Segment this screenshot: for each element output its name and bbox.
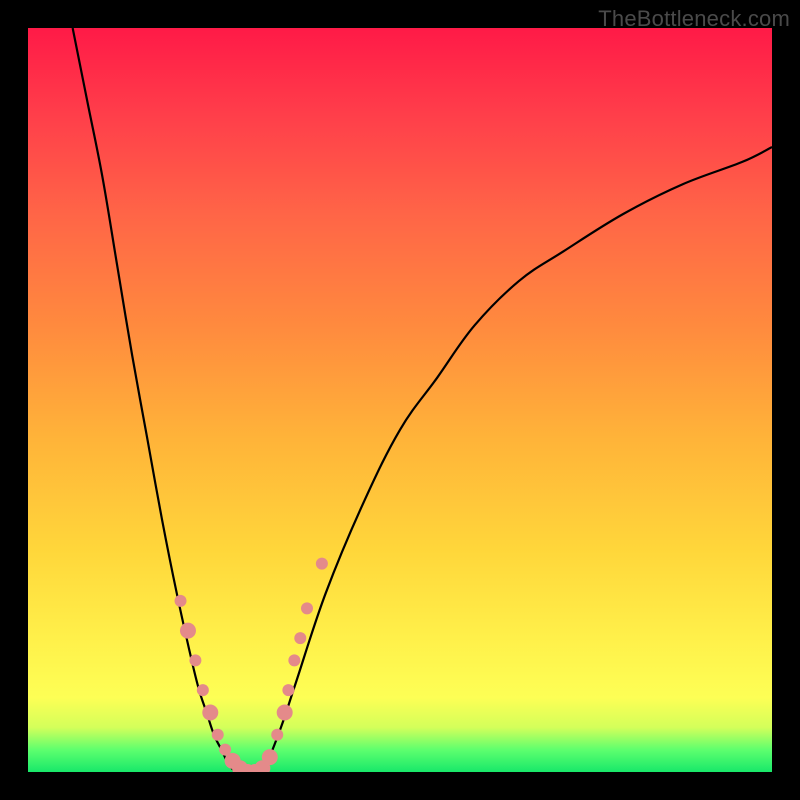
data-marker — [288, 654, 300, 666]
data-marker — [212, 729, 224, 741]
marker-group — [175, 558, 328, 772]
data-marker — [271, 729, 283, 741]
curve-path — [73, 28, 772, 772]
data-marker — [316, 558, 328, 570]
data-marker — [262, 749, 278, 765]
watermark-text: TheBottleneck.com — [598, 6, 790, 32]
curve-svg — [28, 28, 772, 772]
data-marker — [277, 704, 293, 720]
chart-frame: TheBottleneck.com — [0, 0, 800, 800]
data-marker — [202, 704, 218, 720]
data-marker — [175, 595, 187, 607]
data-marker — [294, 632, 306, 644]
plot-area — [28, 28, 772, 772]
data-marker — [282, 684, 294, 696]
data-marker — [189, 654, 201, 666]
data-marker — [180, 623, 196, 639]
data-marker — [197, 684, 209, 696]
data-marker — [301, 602, 313, 614]
